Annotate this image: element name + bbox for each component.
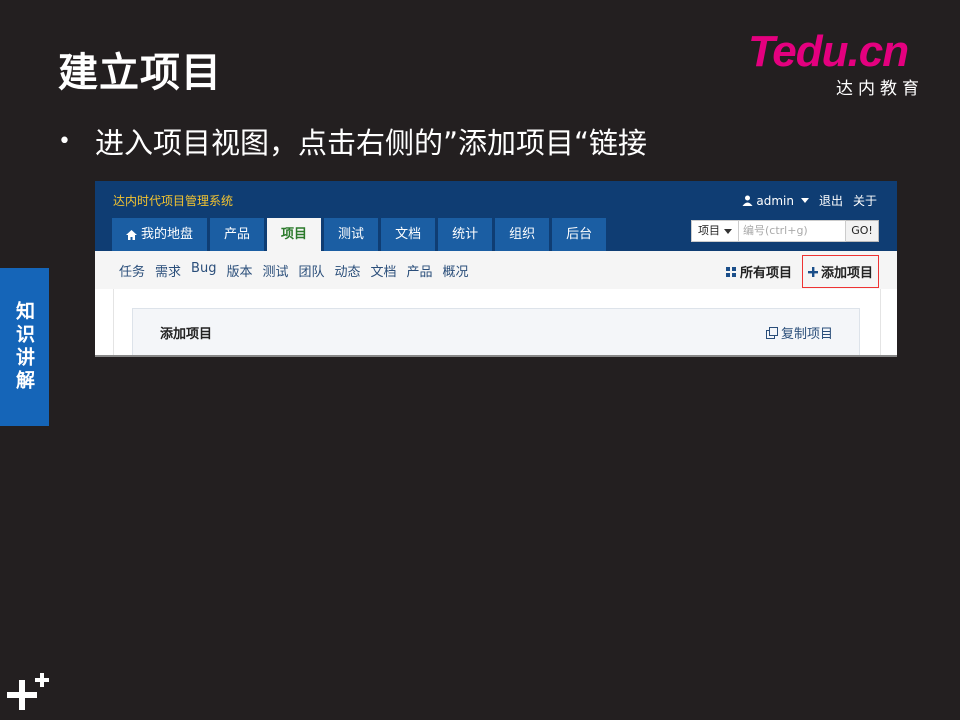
logo-letter-t: T: [748, 27, 773, 76]
tab-doc[interactable]: 文档: [381, 218, 436, 251]
logo-dot: .: [847, 27, 859, 76]
subnav-item-bug[interactable]: Bug: [191, 261, 216, 280]
logo-subtitle: 达内教育: [836, 79, 924, 99]
grid-icon: [725, 266, 736, 277]
subnav-item-dynamic[interactable]: 动态: [335, 261, 361, 280]
subnav-item-test[interactable]: 测试: [262, 261, 288, 280]
search-input[interactable]: 编号(ctrl+g): [738, 220, 846, 242]
add-project-label: 添加项目: [820, 266, 873, 281]
tab-label: 文档: [395, 227, 422, 242]
panel-title: 添加项目: [160, 327, 213, 342]
tab-admin[interactable]: 后台: [552, 218, 607, 251]
tab-label: 项目: [281, 227, 308, 242]
subnav-items: 任务 需求 Bug 版本 测试 团队 动态 文档 产品 概况: [119, 261, 469, 280]
tab-product[interactable]: 产品: [210, 218, 265, 251]
tab-report[interactable]: 统计: [438, 218, 493, 251]
app-header: 达内时代项目管理系统 admin 退出 关于 我的地盘 产品 项目 测试 文档 …: [95, 181, 897, 251]
top-right-menu: admin 退出 关于: [742, 192, 877, 209]
main-nav: 我的地盘 产品 项目 测试 文档 统计 组织 后台: [112, 218, 607, 251]
bullet-item: • 进入项目视图，点击右侧的”添加项目“链接: [58, 120, 647, 162]
project-subnav: 任务 需求 Bug 版本 测试 团队 动态 文档 产品 概况 所有项目 添加项目: [95, 251, 897, 289]
all-projects-link[interactable]: 所有项目: [725, 262, 792, 281]
subnav-item-team[interactable]: 团队: [298, 261, 324, 280]
tab-project[interactable]: 项目: [267, 218, 322, 251]
tedu-logo: Tedu.cn 达内教育: [748, 27, 928, 100]
subnav-item-product[interactable]: 产品: [407, 261, 433, 280]
side-tab-label: 知识讲解: [13, 301, 35, 393]
logo-word-edu: edu: [772, 27, 848, 76]
search-scope-select[interactable]: 项目: [691, 220, 738, 242]
copy-icon: [765, 327, 778, 339]
logo-word-cn: cn: [858, 27, 909, 76]
subnav-item-story[interactable]: 需求: [155, 261, 181, 280]
chevron-down-icon: [800, 198, 809, 203]
tab-label: 后台: [566, 227, 593, 242]
copy-project-button[interactable]: 复制项目: [765, 323, 833, 342]
all-projects-label: 所有项目: [739, 266, 792, 281]
bullet-dot-icon: •: [58, 128, 71, 154]
tab-label: 我的地盘: [141, 227, 194, 242]
bullet-text: 进入项目视图，点击右侧的”添加项目“链接: [94, 126, 648, 160]
tab-test[interactable]: 测试: [324, 218, 379, 251]
user-icon: [742, 195, 753, 206]
tab-my-dashboard[interactable]: 我的地盘: [112, 218, 208, 251]
tab-company[interactable]: 组织: [495, 218, 550, 251]
slide-title: 建立项目: [58, 50, 222, 96]
search-go-button[interactable]: GO!: [846, 220, 879, 242]
subnav-item-overview[interactable]: 概况: [443, 261, 469, 280]
subnav-item-task[interactable]: 任务: [119, 261, 145, 280]
app-screenshot: 达内时代项目管理系统 admin 退出 关于 我的地盘 产品 项目 测试 文档 …: [95, 181, 897, 357]
subnav-actions: 所有项目 添加项目: [725, 255, 879, 288]
tab-label: 产品: [224, 227, 251, 242]
tab-label: 组织: [509, 227, 536, 242]
copy-project-label: 复制项目: [780, 327, 833, 342]
tab-label: 测试: [338, 227, 365, 242]
search-box: 项目 编号(ctrl+g) GO!: [691, 220, 879, 242]
search-scope-label: 项目: [698, 224, 720, 237]
content-area: 添加项目 复制项目: [113, 289, 881, 357]
home-icon: [126, 229, 137, 240]
app-name: 达内时代项目管理系统: [113, 194, 234, 208]
divider: [95, 355, 897, 357]
add-project-panel: 添加项目 复制项目: [132, 308, 860, 356]
plus-icon: [807, 266, 818, 277]
user-menu[interactable]: admin: [742, 194, 809, 208]
tab-label: 统计: [452, 227, 479, 242]
plus-logo-icon: [7, 673, 49, 710]
subnav-item-doc[interactable]: 文档: [371, 261, 397, 280]
user-name: admin: [756, 193, 794, 208]
side-tab: 知识讲解: [0, 268, 49, 426]
subnav-item-build[interactable]: 版本: [226, 261, 252, 280]
add-project-button[interactable]: 添加项目: [801, 255, 879, 288]
chevron-down-icon: [724, 228, 732, 234]
logout-link[interactable]: 退出: [819, 192, 843, 209]
about-link[interactable]: 关于: [853, 192, 877, 209]
